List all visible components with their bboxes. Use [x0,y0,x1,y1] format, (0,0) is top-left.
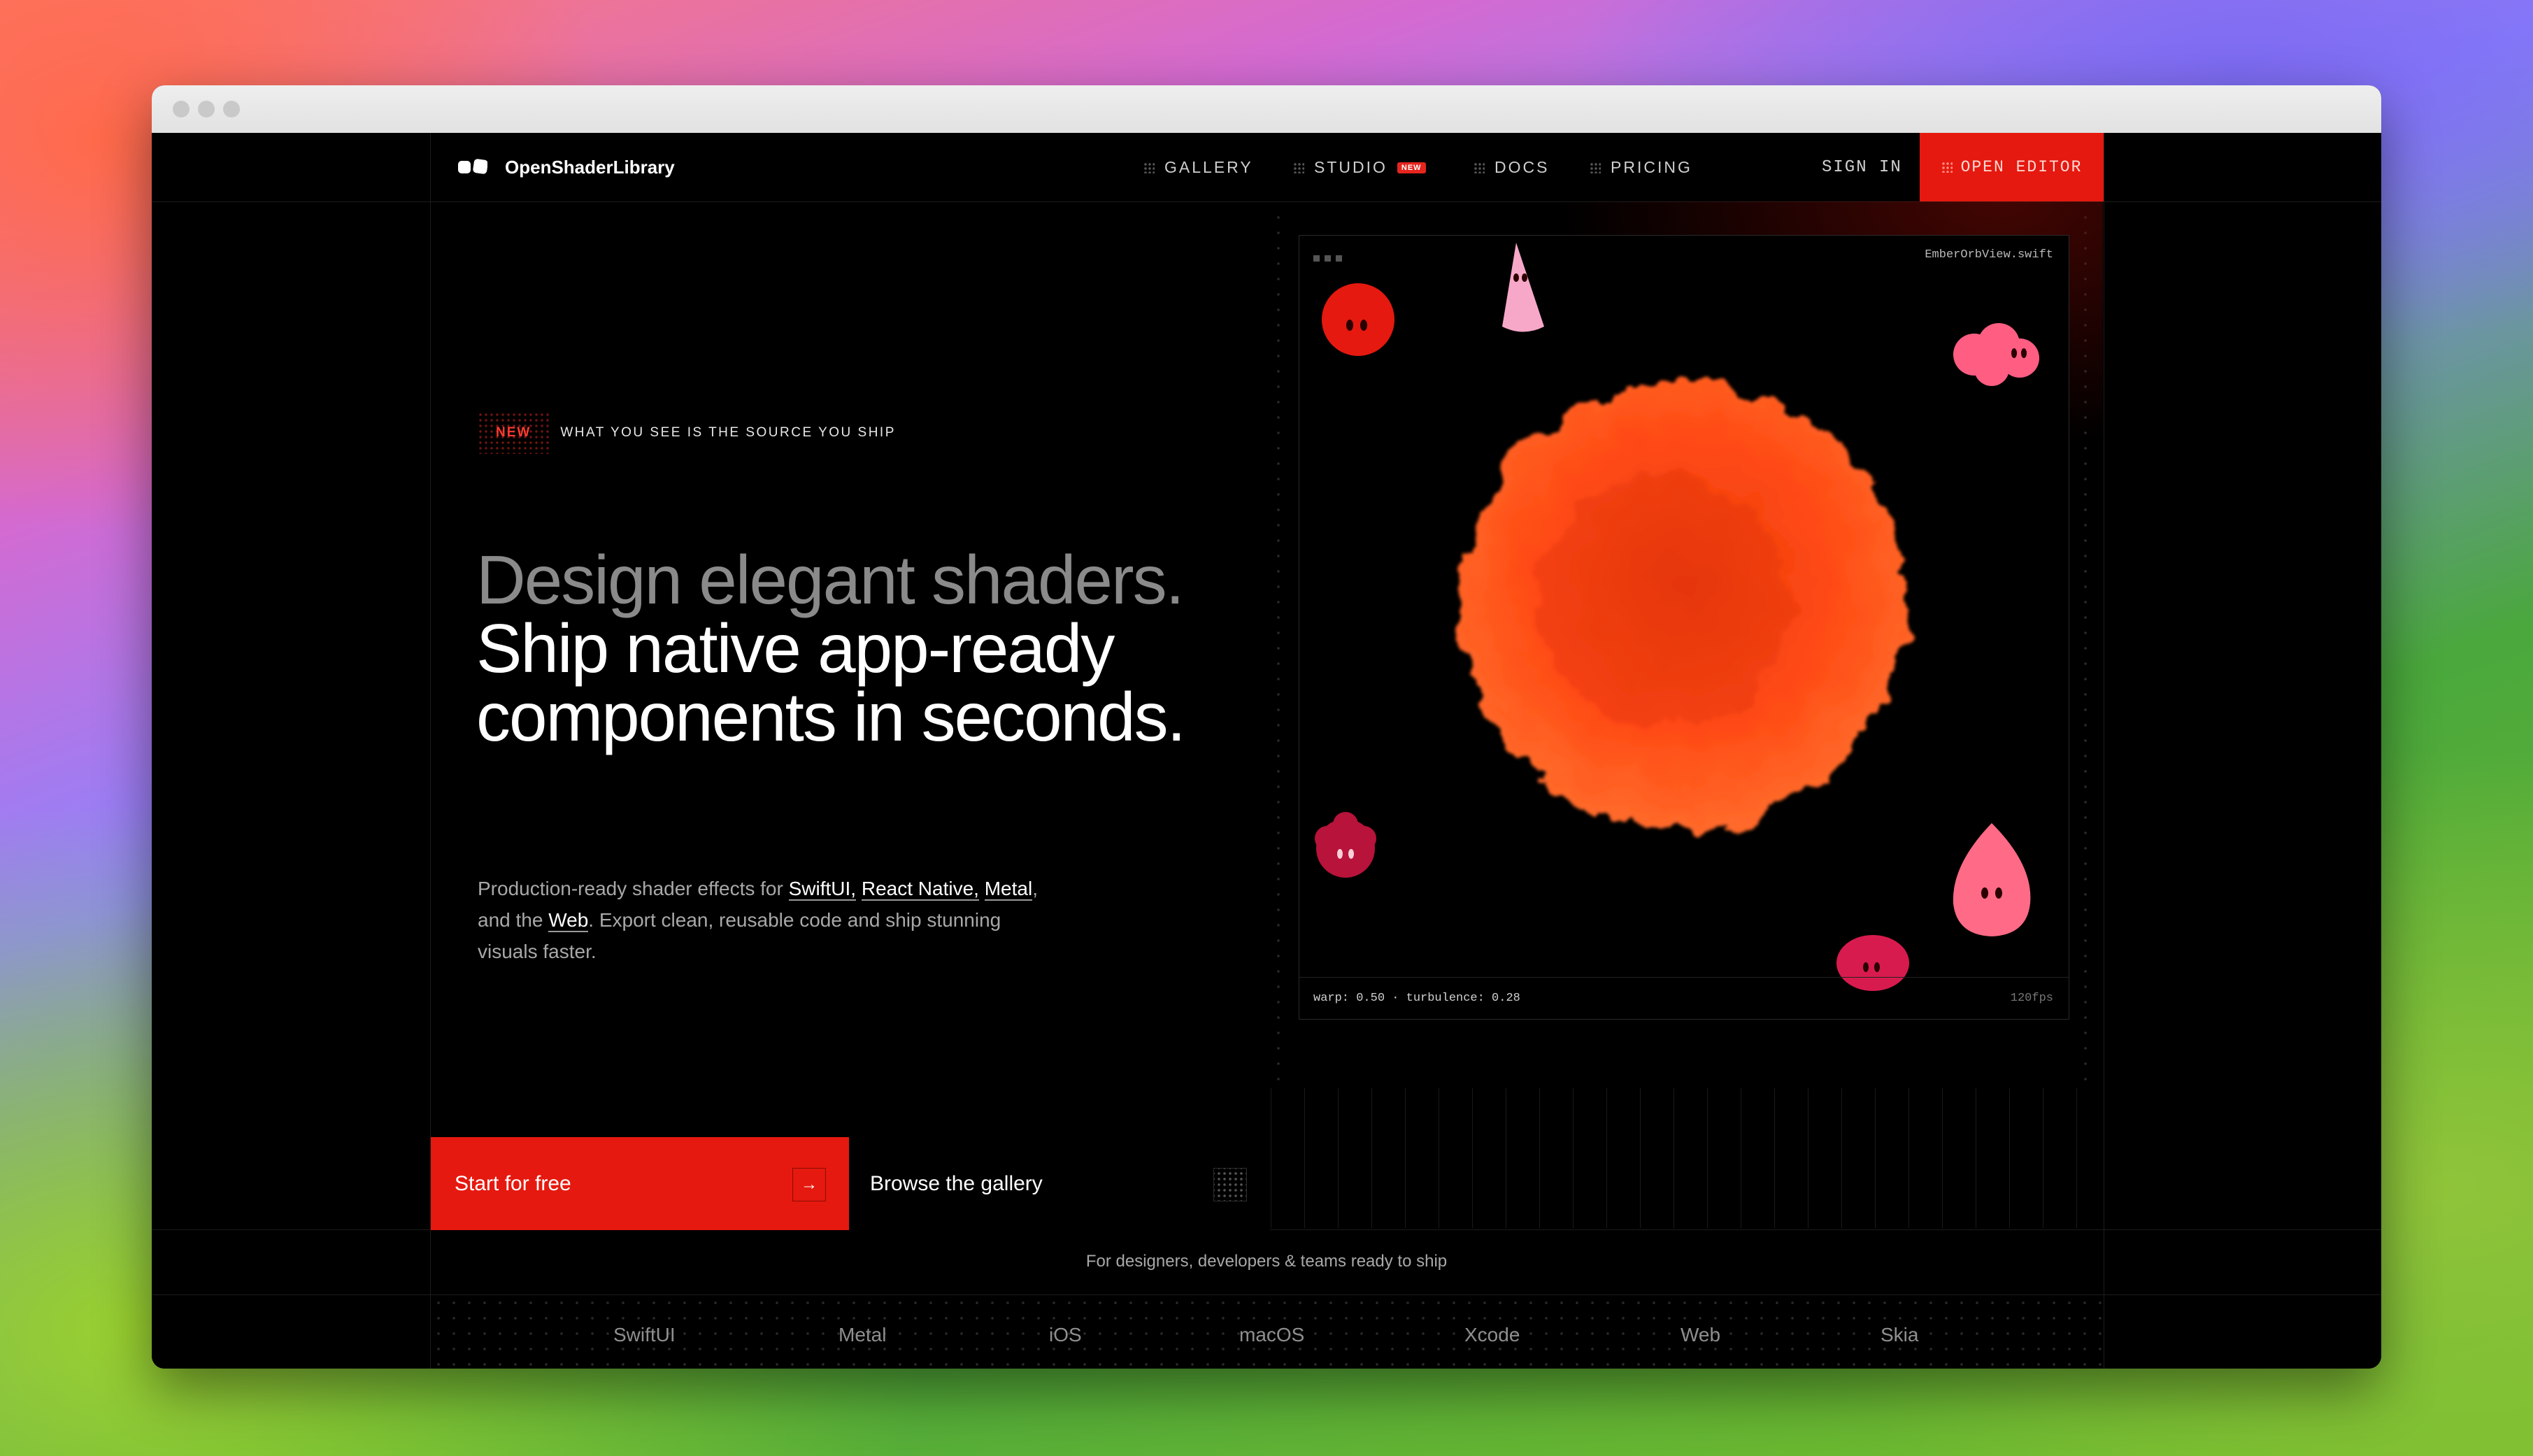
brand-name[interactable]: OpenShaderLibrary [505,157,675,178]
shader-params: warp: 0.50 · turbulence: 0.28 [1313,992,1520,1005]
cloud-creature-icon [1953,323,2039,386]
cone-creature-icon [1502,243,1544,332]
link-react-native[interactable]: React Native, [861,878,979,901]
nav-pricing[interactable]: PRICING [1590,158,1692,177]
nav-docs[interactable]: DOCS [1474,158,1549,177]
page: OpenShaderLibrary GALLERY STUDIO NEW DOC… [152,133,2381,1369]
headline-line-2: Ship native app-ready [476,610,1115,687]
browser-window: OpenShaderLibrary GALLERY STUDIO NEW DOC… [152,85,2381,1369]
nav-studio[interactable]: STUDIO NEW [1293,158,1426,177]
shader-preview[interactable]: EmberOrbView.swift warp: 0.50 · turbulen… [1299,235,2069,1020]
desc-prefix: Production-ready shader effects for [478,878,789,899]
logo-mark-icon[interactable] [458,158,487,176]
platform-web: Web [1681,1324,1721,1346]
flower-creature-icon [1315,812,1376,878]
link-swiftui[interactable]: SwiftUI, [788,878,857,901]
ember-orb [1459,383,1906,830]
grip-icon [1941,162,1953,173]
browse-gallery-button[interactable]: Browse the gallery [849,1137,1270,1230]
sign-in-link[interactable]: SIGN IN [1822,158,1902,177]
platform-xcode: Xcode [1464,1324,1520,1346]
arrow-right-icon: → [792,1168,826,1201]
link-web[interactable]: Web [548,909,589,932]
nav-docs-label: DOCS [1494,158,1550,176]
tag-text: WHAT YOU SEE IS THE SOURCE YOU SHIP [560,425,896,440]
open-editor-label: OPEN EDITOR [1960,158,2083,176]
platform-swiftui: SwiftUI [613,1324,676,1346]
grip-icon [1474,162,1485,173]
minimize-window-button[interactable] [198,101,215,117]
platform-macos: macOS [1239,1324,1305,1346]
preview-footer: warp: 0.50 · turbulence: 0.28 120fps [1299,977,2069,1019]
browse-gallery-label: Browse the gallery [870,1171,1043,1195]
platform-skia: Skia [1881,1324,1919,1346]
nav-studio-label: STUDIO [1314,158,1387,176]
decorative-bars [1271,1088,2103,1228]
grip-icon [1590,162,1601,173]
audience-text: For designers, developers & teams ready … [1085,1252,1448,1271]
nav-gallery-label: GALLERY [1164,158,1253,176]
close-window-button[interactable] [173,101,190,117]
grip-icon [1293,162,1304,173]
grid-icon [1213,1168,1247,1201]
new-badge: NEW [1397,162,1426,173]
hero-headline: Design elegant shaders. Ship native app-… [476,541,1186,755]
tag-new-label: NEW [478,412,552,454]
grip-icon [1143,162,1155,173]
start-free-label: Start for free [455,1171,571,1195]
headline-line-3: components in seconds. [476,678,1186,755]
link-metal[interactable]: Metal [984,878,1033,901]
maximize-window-button[interactable] [223,101,240,117]
start-free-button[interactable]: Start for free → [431,1137,849,1230]
headline-line-1: Design elegant shaders. [476,541,1185,618]
red-ball-creature-icon [1322,283,1394,356]
platform-ios: iOS [1049,1324,1082,1346]
nav-pricing-label: PRICING [1611,158,1692,176]
drop-creature-icon [1953,823,2031,936]
shader-canvas [1315,243,2039,991]
announcement-tag[interactable]: NEW WHAT YOU SEE IS THE SOURCE YOU SHIP [478,412,896,454]
fps-readout: 120fps [2010,992,2053,1005]
open-editor-button[interactable]: OPEN EDITOR [1920,133,2104,201]
platform-metal: Metal [839,1324,887,1346]
title-bar [152,85,2381,134]
hero-description: Production-ready shader effects for Swif… [478,873,1065,967]
nav-gallery[interactable]: GALLERY [1143,158,1253,177]
